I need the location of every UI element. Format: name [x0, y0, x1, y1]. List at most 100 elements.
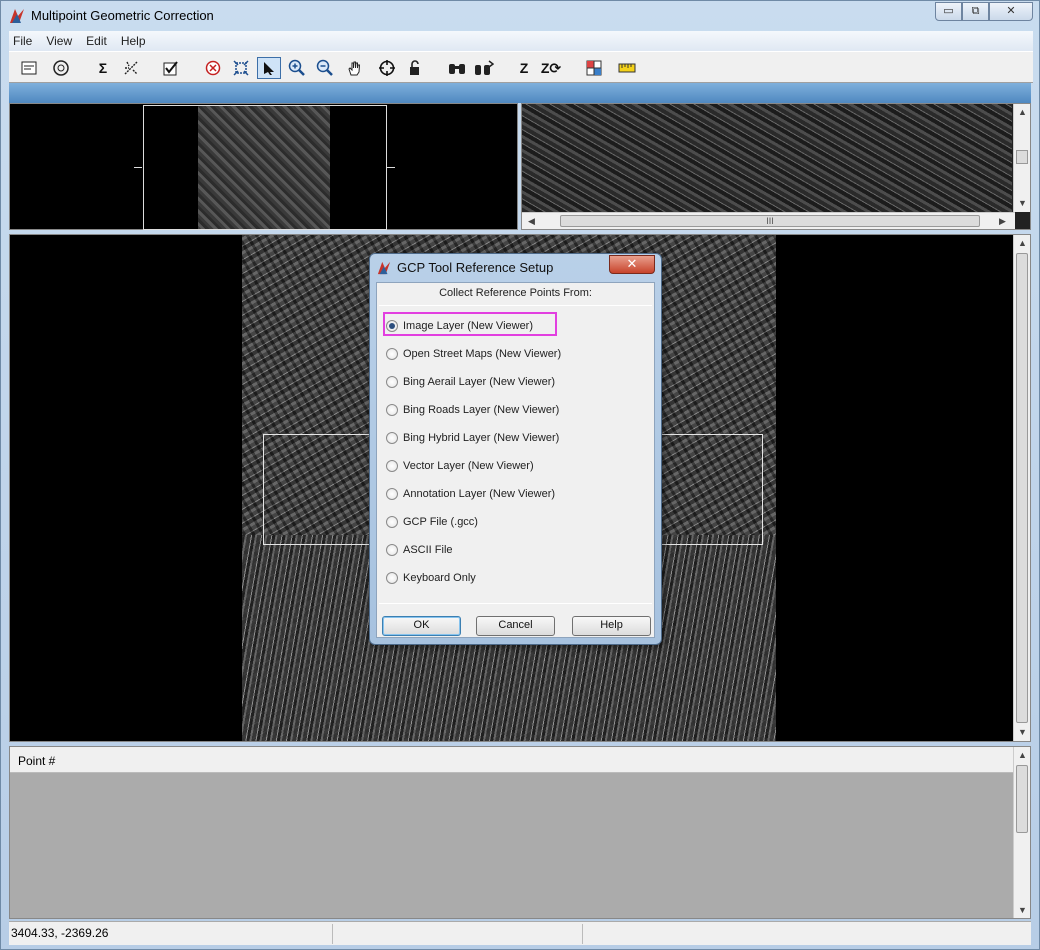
option-open-street-maps[interactable]: Open Street Maps (New Viewer)	[386, 346, 561, 362]
scroll-thumb[interactable]	[1016, 253, 1028, 723]
restore-button[interactable]: ⧉	[962, 2, 989, 21]
detail-horizontal-scrollbar[interactable]: ◀ III ▶	[522, 212, 1015, 229]
menu-edit[interactable]: Edit	[86, 34, 107, 48]
radio-icon[interactable]	[386, 376, 398, 388]
sparkle-icon[interactable]	[119, 57, 143, 79]
radio-icon[interactable]	[386, 488, 398, 500]
main-window: Multipoint Geometric Correction ▭ ⧉ ✕ Fi…	[0, 0, 1040, 950]
detail-image	[522, 104, 1012, 212]
scroll-thumb[interactable]	[1016, 765, 1028, 833]
option-label: Vector Layer (New Viewer)	[403, 460, 534, 472]
scroll-down-icon[interactable]: ▼	[1018, 198, 1027, 208]
scroll-down-icon[interactable]: ▼	[1018, 905, 1027, 915]
status-cell-2	[333, 924, 583, 944]
link-box-handle	[387, 167, 395, 168]
option-label: Open Street Maps (New Viewer)	[403, 348, 562, 360]
option-label: Annotation Layer (New Viewer)	[403, 488, 556, 500]
table-vertical-scrollbar[interactable]: ▲ ▼	[1013, 747, 1030, 918]
zoom-in-icon[interactable]	[285, 57, 309, 79]
create-gcp-crosshair-icon[interactable]	[375, 57, 399, 79]
link-box-handle	[134, 167, 142, 168]
select-pointer-icon[interactable]	[257, 57, 281, 79]
radio-icon[interactable]	[386, 516, 398, 528]
status-cell-3	[583, 924, 1029, 944]
overview-viewer[interactable]	[9, 103, 518, 230]
summary-sigma-icon[interactable]: Σ	[91, 57, 115, 79]
detail-viewer[interactable]: ▲ ▼ ◀ III ▶	[521, 103, 1031, 230]
menu-help[interactable]: Help	[121, 34, 146, 48]
calculator-icon[interactable]	[201, 57, 225, 79]
ok-button[interactable]: OK	[382, 616, 461, 636]
find-binoculars-next-icon[interactable]	[472, 57, 496, 79]
gcp-table[interactable]: Point # ▲ ▼	[9, 746, 1031, 919]
dialog-body: Collect Reference Points From: Image Lay…	[376, 282, 655, 638]
option-label: Bing Roads Layer (New Viewer)	[403, 404, 560, 416]
scroll-up-icon[interactable]: ▲	[1018, 238, 1027, 248]
close-button[interactable]: ✕	[989, 2, 1033, 21]
option-bing-aerial[interactable]: Bing Aerail Layer (New Viewer)	[386, 374, 555, 390]
option-keyboard-only[interactable]: Keyboard Only	[386, 570, 476, 586]
erdas-app-icon	[377, 261, 391, 275]
erdas-app-icon	[10, 9, 24, 23]
column-point-number[interactable]: Point #	[18, 754, 55, 768]
option-vector-layer[interactable]: Vector Layer (New Viewer)	[386, 458, 534, 474]
chip-extraction-strip	[9, 83, 1031, 103]
option-bing-hybrid[interactable]: Bing Hybrid Layer (New Viewer)	[386, 430, 559, 446]
divider	[379, 305, 652, 306]
lock-icon[interactable]	[403, 57, 427, 79]
dialog-title: GCP Tool Reference Setup	[397, 260, 554, 275]
option-label: Bing Aerail Layer (New Viewer)	[403, 376, 556, 388]
status-coordinates: 3404.33, -2369.26	[9, 924, 333, 944]
menu-view[interactable]: View	[46, 34, 72, 48]
option-gcp-file[interactable]: GCP File (.gcc)	[386, 514, 478, 530]
dialog-close-button[interactable]: ✕	[609, 255, 655, 274]
toolbar: Σ Z Z⟳	[9, 51, 1033, 83]
option-bing-roads[interactable]: Bing Roads Layer (New Viewer)	[386, 402, 559, 418]
radio-icon[interactable]	[386, 404, 398, 416]
overview-link-box[interactable]	[143, 105, 387, 230]
pan-hand-icon[interactable]	[342, 57, 366, 79]
option-label: Bing Hybrid Layer (New Viewer)	[403, 432, 560, 444]
z-value-icon[interactable]: Z	[512, 57, 536, 79]
main-vertical-scrollbar[interactable]: ▲ ▼	[1013, 235, 1030, 741]
scroll-up-icon[interactable]: ▲	[1018, 107, 1027, 117]
cancel-button[interactable]: Cancel	[476, 616, 555, 636]
detail-vertical-scrollbar[interactable]: ▲ ▼	[1013, 104, 1030, 212]
divider	[379, 603, 652, 604]
window-title: Multipoint Geometric Correction	[31, 8, 214, 23]
zoom-out-icon[interactable]	[313, 57, 337, 79]
option-annotation-layer[interactable]: Annotation Layer (New Viewer)	[386, 486, 555, 502]
scroll-left-icon[interactable]: ◀	[528, 216, 535, 227]
option-label: Keyboard Only	[403, 572, 476, 584]
radio-icon[interactable]	[386, 348, 398, 360]
scroll-up-icon[interactable]: ▲	[1018, 750, 1027, 760]
model-properties-icon[interactable]	[49, 57, 73, 79]
option-ascii-file[interactable]: ASCII File	[386, 542, 453, 558]
menu-file[interactable]: File	[13, 34, 32, 48]
dialog-heading: Collect Reference Points From:	[439, 287, 592, 299]
menu-bar: File View Edit Help	[9, 31, 1033, 51]
minimize-button[interactable]: ▭	[935, 2, 962, 21]
scroll-down-icon[interactable]: ▼	[1018, 727, 1027, 737]
option-image-layer[interactable]: Image Layer (New Viewer)	[383, 312, 557, 336]
gcp-reference-setup-dialog: GCP Tool Reference Setup ✕ Collect Refer…	[369, 253, 662, 645]
radio-icon[interactable]	[386, 460, 398, 472]
fit-to-window-icon[interactable]	[229, 57, 253, 79]
grid-tiles-icon[interactable]	[582, 57, 606, 79]
option-label: ASCII File	[403, 544, 453, 556]
radio-checked-icon[interactable]	[386, 320, 398, 332]
scroll-right-icon[interactable]: ▶	[999, 216, 1006, 227]
checkbox-icon[interactable]	[159, 57, 183, 79]
display-settings-icon[interactable]	[17, 57, 41, 79]
status-bar: 3404.33, -2369.26	[9, 921, 1031, 945]
z-update-icon[interactable]: Z⟳	[539, 57, 563, 79]
scroll-thumb[interactable]	[1016, 150, 1028, 164]
radio-icon[interactable]	[386, 432, 398, 444]
measure-ruler-icon[interactable]	[615, 57, 639, 79]
help-button[interactable]: Help	[572, 616, 651, 636]
find-binoculars-icon[interactable]	[445, 57, 469, 79]
radio-icon[interactable]	[386, 572, 398, 584]
radio-icon[interactable]	[386, 544, 398, 556]
option-label: GCP File (.gcc)	[403, 516, 478, 528]
scroll-thumb[interactable]: III	[560, 215, 980, 227]
